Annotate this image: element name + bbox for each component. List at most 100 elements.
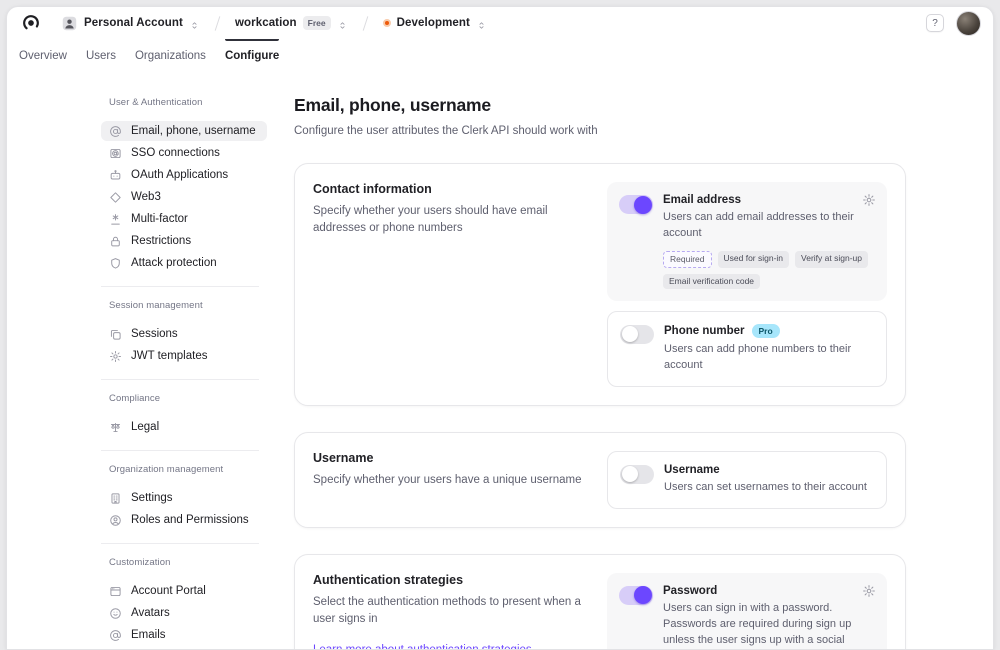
app-window: Personal Account workcation Free Develop… [6,6,994,650]
main-content: Email, phone, username Configure the use… [294,95,906,650]
page-subtitle: Configure the user attributes the Clerk … [294,125,906,137]
panel-description: Users can add email addresses to their a… [663,210,869,242]
pro-badge: Pro [752,324,780,338]
sidebar-section-title: Organization management [109,464,267,475]
diamond-icon [109,191,122,204]
page-title: Email, phone, username [294,95,906,116]
sidebar-item-org-settings[interactable]: Settings [101,488,267,508]
breadcrumb-environment[interactable]: Development [383,17,487,29]
email-address-toggle[interactable] [619,195,653,214]
tab-organizations[interactable]: Organizations [135,39,206,73]
panel-description: Users can set usernames to their account [664,480,868,496]
sidebar-item-web3[interactable]: Web3 [101,187,267,207]
sidebar-item-legal[interactable]: Legal [101,417,267,437]
badge-required: Required [663,251,712,268]
user-circle-icon [109,514,122,527]
breadcrumb-separator [215,16,221,31]
sidebar-item-label: Sessions [131,328,178,340]
sidebar-divider [101,379,259,380]
robot-icon [109,169,122,182]
username-toggle[interactable] [620,465,654,484]
sidebar-item-label: Web3 [131,191,161,203]
card-description: Specify whether your users should have e… [313,203,588,238]
sidebar-item-account-portal[interactable]: Account Portal [101,581,267,601]
chevrons-up-down-icon[interactable] [337,18,348,29]
password-panel: Password Users can sign in with a passwo… [607,573,887,650]
tab-users[interactable]: Users [86,39,116,73]
tab-overview[interactable]: Overview [19,39,67,73]
sidebar-item-label: SSO connections [131,147,220,159]
card-title: Authentication strategies [313,573,588,587]
sidebar-item-jwt-templates[interactable]: JWT templates [101,346,267,366]
sidebar-item-label: Roles and Permissions [131,514,249,526]
breadcrumb-account-label: Personal Account [84,17,183,29]
breadcrumb-personal-account[interactable]: Personal Account [61,15,200,32]
sidebar-item-emails[interactable]: Emails [101,625,267,645]
breadcrumb-workspace[interactable]: workcation Free [235,16,348,30]
card-description: Specify whether your users have a unique… [313,472,588,489]
badge-verify-at-sign-up: Verify at sign-up [795,251,868,268]
building-icon [109,492,122,505]
chevrons-up-down-icon[interactable] [189,18,200,29]
top-bar: Personal Account workcation Free Develop… [7,7,993,39]
sidebar-section-title: Customization [109,557,267,568]
contact-information-card: Contact information Specify whether your… [294,163,906,406]
sidebar-item-oauth-applications[interactable]: OAuth Applications [101,165,267,185]
sidebar-item-label: Attack protection [131,257,217,269]
sidebar-item-sso-connections[interactable]: SSO connections [101,143,267,163]
learn-more-link[interactable]: Learn more about authentication strategi… [313,644,532,650]
sidebar-item-sessions[interactable]: Sessions [101,324,267,344]
settings-gear-icon[interactable] [862,193,876,207]
clerk-logo-icon [21,13,41,33]
sidebar-section-title: Compliance [109,393,267,404]
panel-title: Username [664,464,720,476]
badge-used-for-sign-in: Used for sign-in [718,251,790,268]
tab-configure[interactable]: Configure [225,39,279,73]
sidebar-section-title: Session management [109,300,267,311]
breadcrumb-separator [362,16,368,31]
scale-icon [109,421,122,434]
sidebar: User & Authentication Email, phone, user… [101,95,267,650]
sidebar-item-label: Email, phone, username [131,125,256,137]
sso-card-icon [109,147,122,160]
card-title: Username [313,451,588,465]
sidebar-item-email-phone-username[interactable]: Email, phone, username [101,121,267,141]
sidebar-item-label: Avatars [131,607,170,619]
sidebar-item-label: Legal [131,421,159,433]
sidebar-item-avatars[interactable]: Avatars [101,603,267,623]
sidebar-divider [101,286,259,287]
browser-icon [109,585,122,598]
badge-email-verification-code: Email verification code [663,274,760,289]
breadcrumb-workspace-label: workcation [235,17,297,29]
sidebar-divider [101,543,259,544]
sidebar-item-multi-factor[interactable]: Multi-factor [101,209,267,229]
password-toggle[interactable] [619,586,653,605]
panel-title: Password [663,585,717,597]
smiley-icon [109,607,122,620]
user-avatar[interactable] [956,11,981,36]
phone-number-toggle[interactable] [620,325,654,344]
lock-icon [109,235,122,248]
authentication-strategies-card: Authentication strategies Select the aut… [294,554,906,650]
sidebar-item-label: Settings [131,492,173,504]
copy-squares-icon [109,328,122,341]
username-card: Username Specify whether your users have… [294,432,906,528]
sidebar-item-label: OAuth Applications [131,169,228,181]
panel-title: Phone number [664,325,745,337]
sidebar-item-attack-protection[interactable]: Attack protection [101,253,267,273]
username-panel: Username Users can set usernames to thei… [607,451,887,509]
at-sign-icon [109,125,122,138]
phone-number-panel: Phone number Pro Users can add phone num… [607,311,887,387]
card-description: Select the authentication methods to pre… [313,594,588,629]
tab-bar: Overview Users Organizations Configure [7,39,993,73]
help-button[interactable]: ? [926,14,944,32]
sidebar-item-label: Restrictions [131,235,191,247]
chevrons-up-down-icon[interactable] [476,18,487,29]
settings-gear-icon[interactable] [862,584,876,598]
sidebar-item-label: Multi-factor [131,213,188,225]
sidebar-item-label: JWT templates [131,350,207,362]
sidebar-item-label: Emails [131,629,166,641]
sidebar-item-restrictions[interactable]: Restrictions [101,231,267,251]
sidebar-item-roles-permissions[interactable]: Roles and Permissions [101,510,267,530]
email-address-panel: Email address Users can add email addres… [607,182,887,301]
